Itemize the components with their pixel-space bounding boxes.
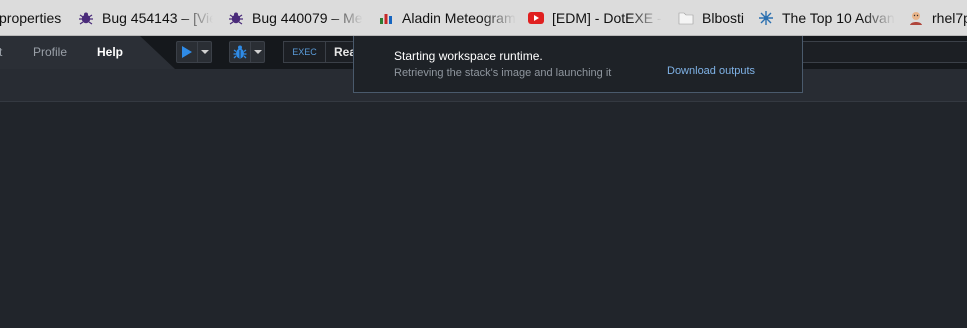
run-button-group [176, 41, 212, 63]
toolbar-input[interactable] [800, 41, 967, 63]
bookmark-label: rhel7p [932, 10, 967, 26]
bookmark-label: [EDM] - DotEXE - [552, 10, 662, 26]
aladin-icon [378, 10, 394, 26]
bookmark-label: Bug 454143 – [Vie [102, 10, 213, 26]
debug-button[interactable] [230, 42, 250, 62]
bookmark-bug-440079[interactable]: Bug 440079 – Mes [228, 0, 363, 35]
main-menu [0, 36, 175, 69]
bugzilla-icon [78, 10, 94, 26]
download-outputs-link[interactable]: Download outputs [667, 65, 755, 77]
run-button[interactable] [177, 42, 197, 62]
exec-tag: EXEC [284, 42, 326, 62]
bug-icon [233, 45, 247, 59]
menu-item-help[interactable]: Help [97, 36, 123, 69]
bugzilla-icon [228, 10, 244, 26]
bookmark-label: Blbosti [702, 10, 745, 26]
notification-title: Starting workspace runtime. [394, 49, 543, 63]
bookmark-label: Bug 440079 – Mes [252, 10, 363, 26]
play-icon [182, 46, 192, 58]
debug-button-group [229, 41, 265, 63]
bookmark-label: Aladin Meteogram [402, 10, 516, 26]
chevron-down-icon [200, 50, 209, 54]
workspace-area [0, 103, 967, 328]
avatar-icon [908, 10, 924, 26]
bookmark-bug-454143[interactable]: Bug 454143 – [Vie [78, 0, 213, 35]
bookmark-top-10-advan[interactable]: The Top 10 Advan [758, 0, 898, 35]
notification-popup: Starting workspace runtime. Retrieving t… [353, 36, 803, 93]
bookmark-aladin-meteogram[interactable]: Aladin Meteogram [378, 0, 518, 35]
bookmark-label: The Top 10 Advan [782, 10, 895, 26]
bookmark-blbosti[interactable]: Blbosti [678, 0, 753, 35]
bookmark-label: properties [0, 10, 62, 26]
bookmark-edm-dotexe[interactable]: [EDM] - DotEXE - [528, 0, 668, 35]
folder-icon [678, 10, 694, 26]
bookmark-rhel7p[interactable]: rhel7p [908, 0, 967, 35]
youtube-icon [528, 10, 544, 26]
menu-item-profile[interactable]: Profile [33, 36, 67, 69]
debug-dropdown-button[interactable] [250, 42, 264, 62]
bookmarks-bar: properties Bug 454143 – [Vie Bug 440079 … [0, 0, 967, 36]
menu-item-partial[interactable]: t [0, 36, 2, 69]
bookmark-properties[interactable]: properties [0, 0, 69, 35]
notification-subtitle: Retrieving the stack's image and launchi… [394, 67, 612, 79]
sparkle-icon [758, 10, 774, 26]
chevron-down-icon [253, 50, 262, 54]
run-dropdown-button[interactable] [197, 42, 211, 62]
exec-status-text: Rea [334, 45, 357, 59]
